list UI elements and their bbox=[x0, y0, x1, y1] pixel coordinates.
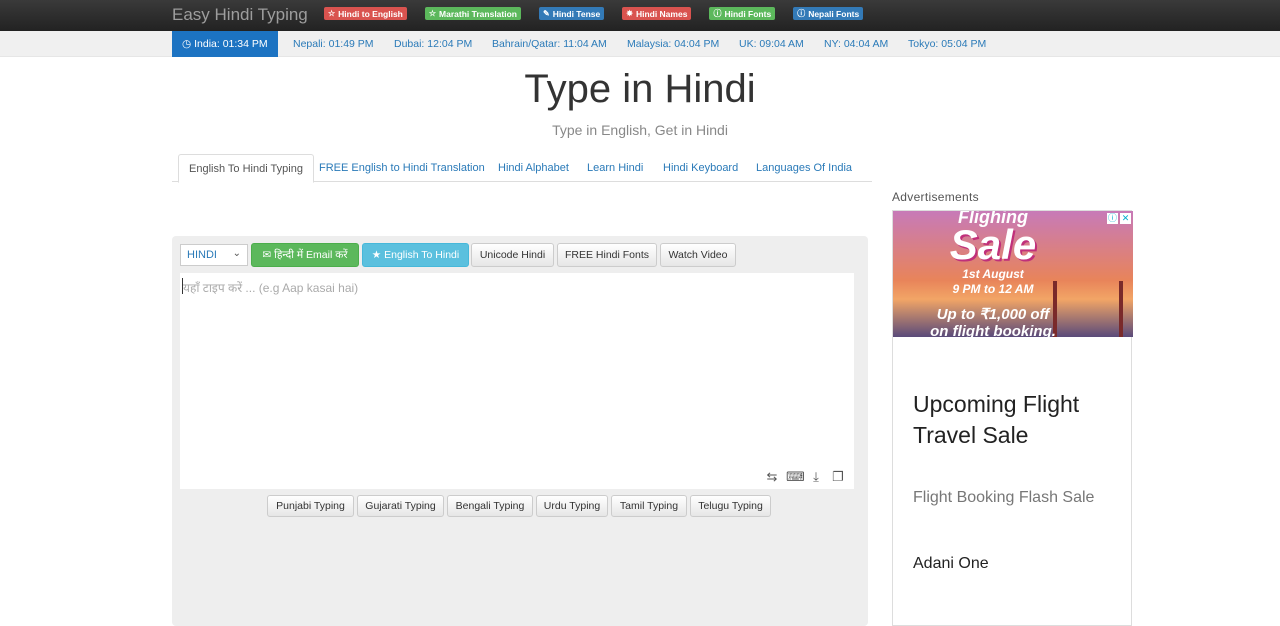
ad-subline: Flight Booking Flash Sale bbox=[913, 489, 1095, 506]
download-icon[interactable]: ⤓ bbox=[808, 469, 824, 485]
tab-learn-hindi[interactable]: Learn Hindi bbox=[587, 154, 643, 182]
email-in-hindi-button[interactable]: ✉ हिन्दी में Email करें bbox=[251, 243, 359, 267]
telugu-typing-button[interactable]: Telugu Typing bbox=[690, 495, 771, 517]
info-icon: ⓘ bbox=[797, 9, 806, 18]
hindi-text-input[interactable]: यहाँ टाइप करें ... (e.g Aap kasai hai) ⇆… bbox=[180, 273, 854, 489]
keyboard-icon[interactable]: ⌨ bbox=[786, 469, 805, 485]
page-subtitle: Type in English, Get in Hindi bbox=[552, 122, 728, 138]
time-ny[interactable]: NY: 04:04 AM bbox=[824, 31, 888, 57]
copy-icon[interactable]: ❐ bbox=[830, 469, 846, 485]
tab-bar: English To Hindi Typing FREE English to … bbox=[172, 154, 872, 183]
ad-advertiser: Adani One bbox=[913, 555, 989, 572]
bengali-typing-button[interactable]: Bengali Typing bbox=[447, 495, 533, 517]
star-icon: ☆ bbox=[328, 9, 336, 18]
time-bahrain-qatar[interactable]: Bahrain/Qatar: 11:04 AM bbox=[492, 31, 607, 57]
pencil-icon: ✎ bbox=[542, 9, 550, 18]
tab-hindi-keyboard[interactable]: Hindi Keyboard bbox=[663, 154, 738, 182]
punjabi-typing-button[interactable]: Punjabi Typing bbox=[267, 495, 354, 517]
time-uk[interactable]: UK: 09:04 AM bbox=[739, 31, 804, 57]
ad-image[interactable]: Flighing Sale 1st August 9 PM to 12 AM U… bbox=[893, 211, 1133, 337]
free-hindi-fonts-button[interactable]: FREE Hindi Fonts bbox=[557, 243, 657, 267]
world-clock-bar: ◷ India: 01:34 PM Nepali: 01:49 PM Dubai… bbox=[0, 31, 1280, 57]
nav-badges: ☆ Hindi to English ☆ Marathi Translation ✎… bbox=[324, 7, 881, 20]
clock-icon: ◷ bbox=[182, 38, 195, 50]
time-dubai[interactable]: Dubai: 12:04 PM bbox=[394, 31, 472, 57]
nav-hindi-names[interactable]: ✸ Hindi Names bbox=[622, 7, 692, 20]
chevron-down-icon: ⌄ bbox=[232, 248, 241, 259]
nav-nepali-fonts[interactable]: ⓘ Nepali Fonts bbox=[793, 7, 864, 20]
tab-free-translation[interactable]: FREE English to Hindi Translation bbox=[319, 154, 485, 182]
gujarati-typing-button[interactable]: Gujarati Typing bbox=[357, 495, 444, 517]
ad-banner[interactable]: Flighing Sale 1st August 9 PM to 12 AM U… bbox=[892, 210, 1133, 626]
tab-languages-of-india[interactable]: Languages Of India bbox=[756, 154, 852, 182]
star-icon: ☆ bbox=[428, 9, 437, 18]
translate-icon[interactable]: ⇆ bbox=[764, 469, 780, 485]
input-placeholder: यहाँ टाइप करें ... (e.g Aap kasai hai) bbox=[183, 281, 359, 295]
editor-tools: ⇆ ⌨ ⤓ ❐ bbox=[764, 469, 846, 485]
adchoices-info-icon[interactable]: ⓘ bbox=[1107, 213, 1118, 224]
brand-logo[interactable]: Easy Hindi Typing bbox=[172, 5, 308, 25]
close-icon[interactable]: ✕ bbox=[1120, 213, 1131, 224]
nav-hindi-to-english[interactable]: ☆ Hindi to English bbox=[324, 7, 407, 20]
tamil-typing-button[interactable]: Tamil Typing bbox=[611, 495, 687, 517]
asterisk-icon: ✸ bbox=[626, 9, 633, 18]
tab-english-to-hindi[interactable]: English To Hindi Typing bbox=[178, 154, 314, 183]
ads-label: Advertisements bbox=[892, 190, 979, 204]
tab-hindi-alphabet[interactable]: Hindi Alphabet bbox=[498, 154, 569, 182]
language-select[interactable]: HINDI ⌄ bbox=[180, 244, 248, 266]
ad-sale-text: Sale bbox=[949, 221, 1037, 268]
time-malaysia[interactable]: Malaysia: 04:04 PM bbox=[627, 31, 719, 57]
top-navbar: Easy Hindi Typing ☆ Hindi to English ☆ Mar… bbox=[0, 0, 1280, 31]
english-to-hindi-button[interactable]: ★ English To Hindi bbox=[362, 243, 469, 267]
typing-panel: HINDI ⌄ ✉ हिन्दी में Email करें ★ Englis… bbox=[172, 236, 868, 626]
nav-hindi-tense[interactable]: ✎ Hindi Tense bbox=[538, 7, 605, 20]
ad-headline[interactable]: Upcoming Flight Travel Sale bbox=[913, 389, 1123, 451]
time-tokyo[interactable]: Tokyo: 05:04 PM bbox=[908, 31, 986, 57]
info-icon: ⓘ bbox=[713, 9, 722, 18]
ad-choices[interactable]: ⓘ ✕ bbox=[1107, 213, 1131, 224]
watch-video-button[interactable]: Watch Video bbox=[660, 243, 736, 267]
page-title: Type in Hindi bbox=[524, 67, 756, 111]
nav-hindi-fonts[interactable]: ⓘ Hindi Fonts bbox=[709, 7, 776, 20]
time-nepal[interactable]: Nepali: 01:49 PM bbox=[293, 31, 374, 57]
nav-marathi-translation[interactable]: ☆ Marathi Translation bbox=[424, 7, 521, 20]
urdu-typing-button[interactable]: Urdu Typing bbox=[536, 495, 608, 517]
unicode-hindi-button[interactable]: Unicode Hindi bbox=[471, 243, 554, 267]
time-india[interactable]: ◷ India: 01:34 PM bbox=[172, 31, 278, 57]
